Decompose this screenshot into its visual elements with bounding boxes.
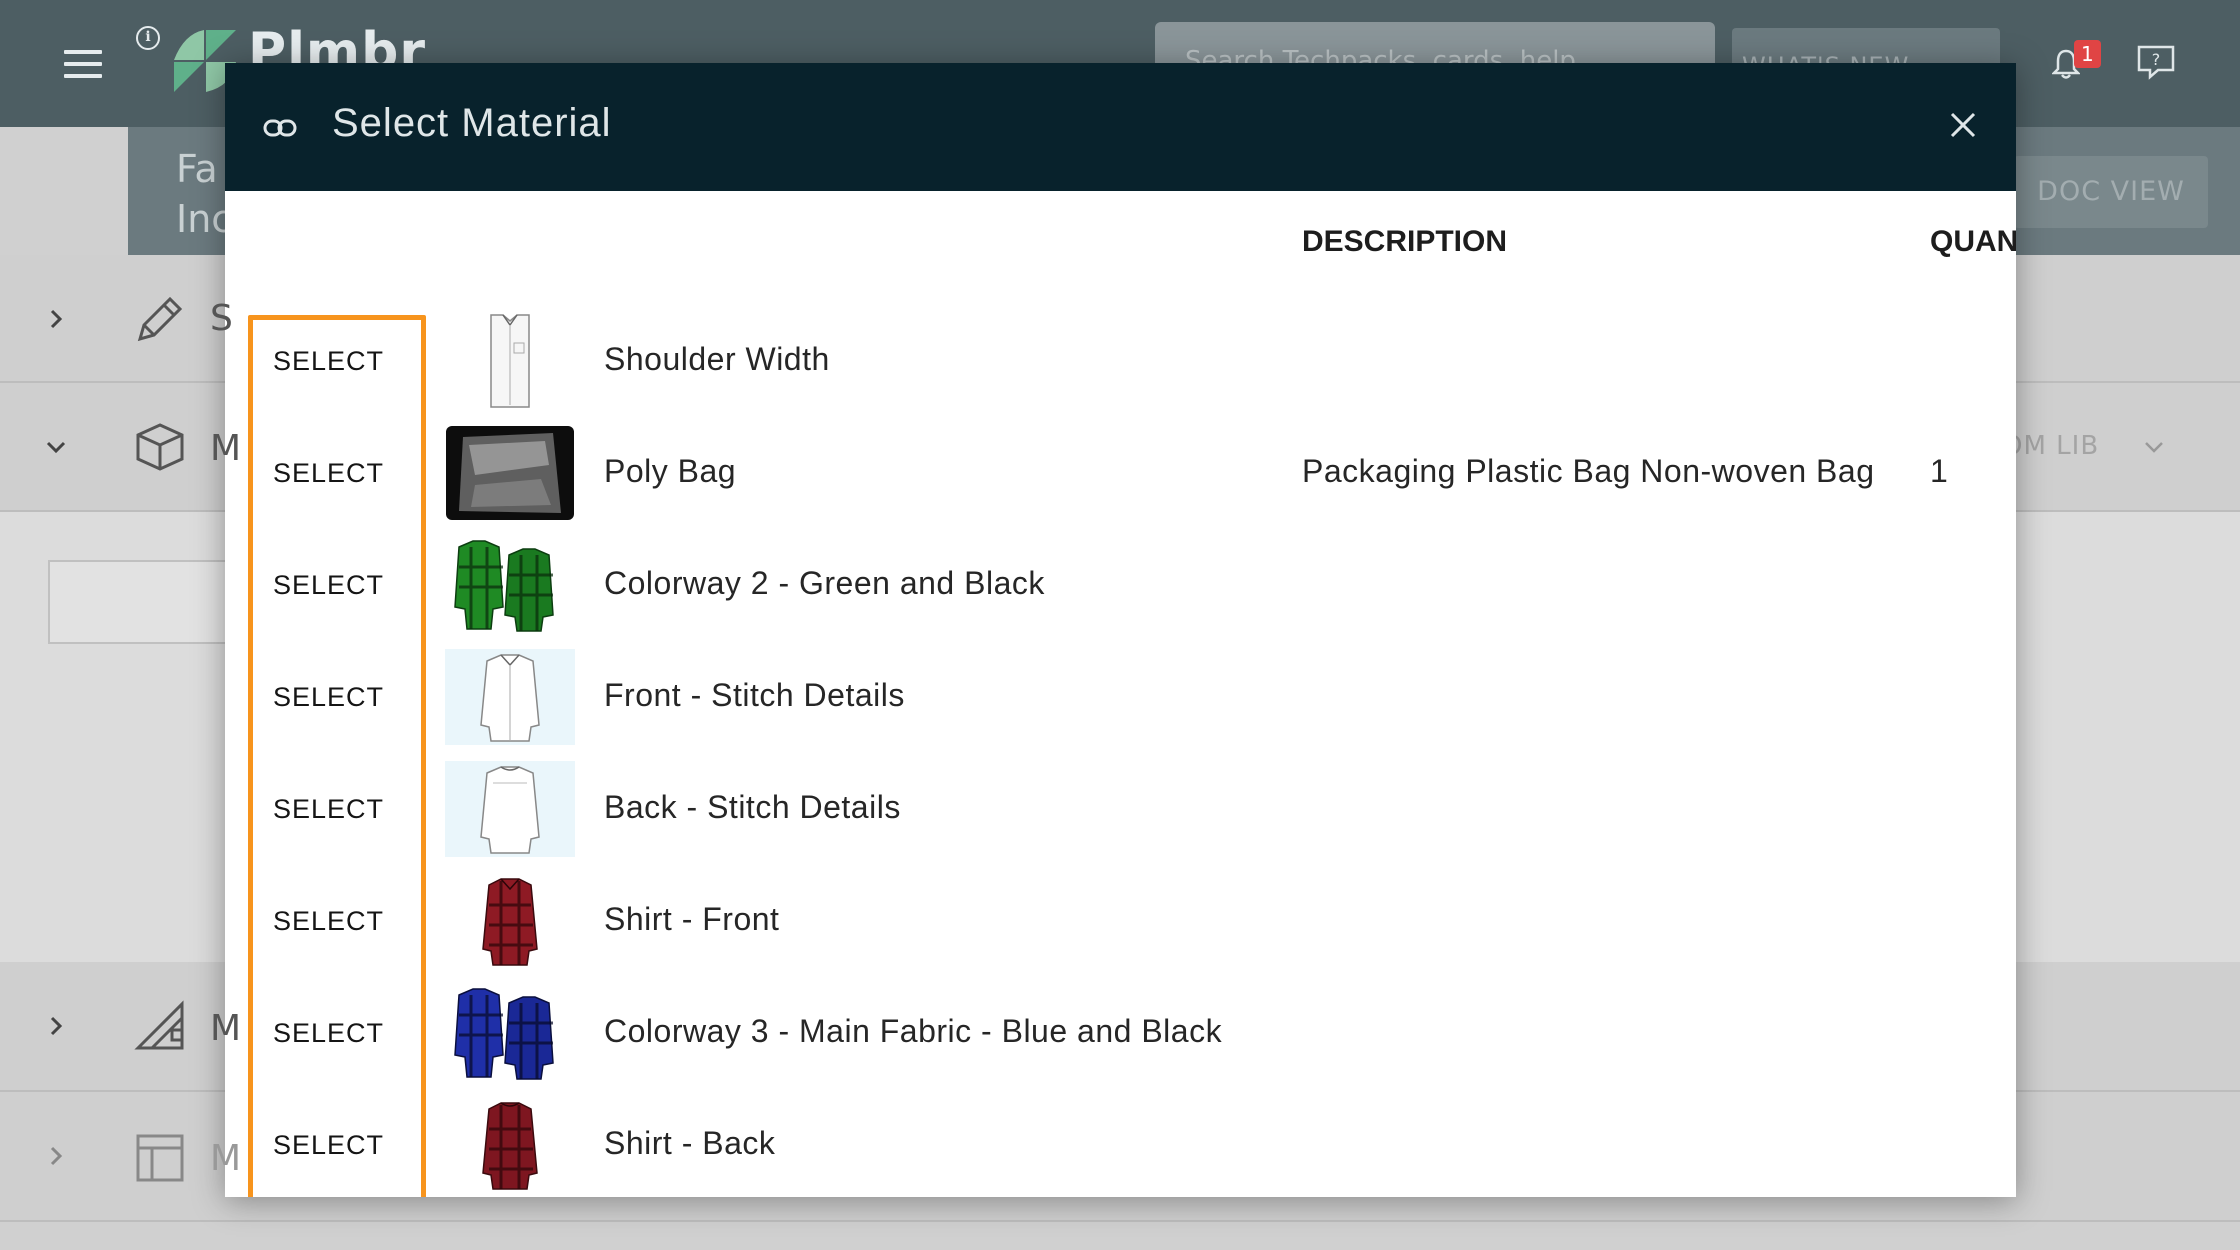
column-header-quantity: QUAN (1930, 225, 2016, 258)
material-row: SELECT Shirt - Back (225, 1089, 2016, 1197)
poly-bag-icon (446, 426, 574, 520)
chevron-right-icon[interactable] (44, 307, 68, 331)
material-name: Colorway 2 - Green and Black (604, 565, 1045, 601)
select-button[interactable]: SELECT (273, 677, 413, 717)
notification-count-badge: 1 (2074, 40, 2101, 68)
select-button[interactable]: SELECT (273, 1125, 413, 1165)
chevron-right-icon[interactable] (44, 1144, 68, 1168)
white-shirt-back-icon (445, 761, 575, 857)
row-letter: M (210, 1138, 242, 1179)
bom-lib-dropdown[interactable]: OM LIB (2002, 431, 2099, 461)
select-button[interactable]: SELECT (273, 453, 413, 493)
material-input-box[interactable] (48, 560, 248, 644)
close-icon[interactable] (1947, 109, 1979, 141)
red-plaid-shirt-back-icon (482, 1102, 538, 1190)
material-quantity: 1 (1930, 453, 1948, 489)
white-shirt-front-icon (445, 649, 575, 745)
row-letter: M (210, 1008, 242, 1049)
column-header-description: DESCRIPTION (1302, 225, 1508, 258)
material-name: Colorway 3 - Main Fabric - Blue and Blac… (604, 1013, 1223, 1049)
material-description: Packaging Plastic Bag Non-woven Bag (1302, 453, 1875, 489)
modal-title: Select Material (332, 101, 612, 145)
material-row: SELECT Back - Stitch Details (225, 753, 2016, 865)
select-button[interactable]: SELECT (273, 1013, 413, 1053)
material-row: SELECT Shirt - Front (225, 865, 2016, 977)
pencil-icon (137, 296, 183, 342)
link-icon (263, 119, 297, 137)
ruler-triangle-icon (134, 1000, 184, 1050)
row-letter: S (210, 298, 233, 339)
select-material-modal: Select Material DESCRIPTION QUAN SELECT … (225, 63, 2016, 1197)
help-chat-icon[interactable]: ? (2136, 44, 2176, 80)
techpack-title-line2: Inc (176, 197, 233, 241)
material-row: SELECT Colorway 3 - Main Fabric - Blue a… (225, 977, 2016, 1089)
modal-header: Select Material (225, 63, 2016, 191)
blue-plaid-shirts-icon (454, 988, 554, 1080)
info-icon[interactable]: i (136, 26, 160, 50)
select-button[interactable]: SELECT (273, 565, 413, 605)
select-button[interactable]: SELECT (273, 789, 413, 829)
material-name: Shoulder Width (604, 341, 830, 377)
select-button[interactable]: SELECT (273, 341, 413, 381)
techpack-title-line1: Fa (176, 147, 218, 191)
material-row: SELECT Colorway 2 - Green and Black (225, 529, 2016, 641)
hamburger-menu-icon[interactable] (64, 50, 102, 78)
chevron-down-icon[interactable] (2142, 435, 2166, 459)
select-button[interactable]: SELECT (273, 901, 413, 941)
red-plaid-shirt-front-icon (482, 878, 538, 966)
chevron-right-icon[interactable] (44, 1014, 68, 1038)
layout-icon (136, 1134, 184, 1182)
material-name: Back - Stitch Details (604, 789, 901, 825)
box-icon (136, 423, 184, 471)
material-row: SELECT Poly Bag Packaging Plastic Bag No… (225, 417, 2016, 529)
material-name: Front - Stitch Details (604, 677, 905, 713)
material-row: SELECT Shoulder Width (225, 305, 2016, 417)
doc-view-button[interactable]: DOC VIEW (2014, 156, 2208, 228)
svg-text:?: ? (2152, 50, 2161, 69)
row-letter: M (210, 428, 242, 469)
material-name: Shirt - Back (604, 1125, 776, 1161)
chevron-down-icon[interactable] (44, 435, 68, 459)
white-vest-icon (490, 314, 530, 408)
green-plaid-shirts-icon (454, 540, 554, 632)
material-row: SELECT Front - Stitch Details (225, 641, 2016, 753)
material-name: Shirt - Front (604, 901, 780, 937)
material-name: Poly Bag (604, 453, 737, 489)
